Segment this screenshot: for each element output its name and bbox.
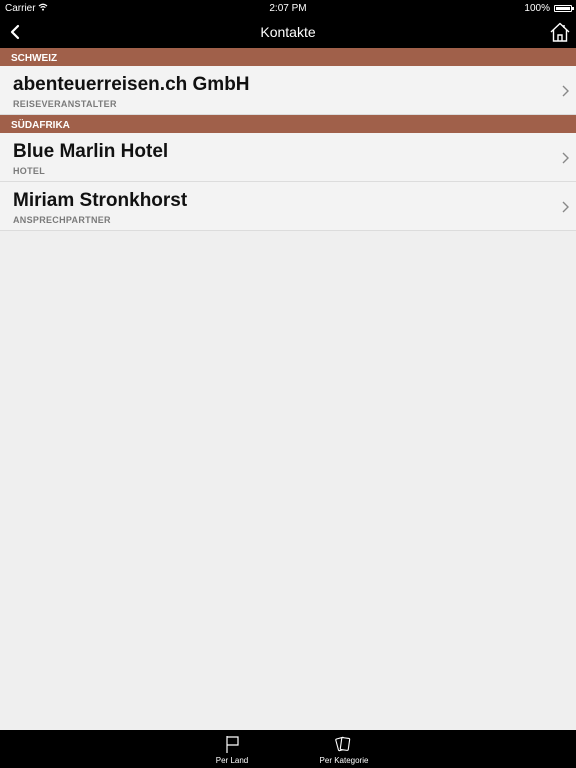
cards-icon [335, 736, 351, 752]
tab-bar: Per Land Per Kategorie [0, 730, 576, 768]
contact-name: abenteuerreisen.ch GmbH [13, 74, 250, 95]
status-bar: Carrier 2:07 PM 100% [0, 0, 576, 16]
page-title: Kontakte [260, 24, 316, 40]
contact-name: Miriam Stronkhorst [13, 190, 188, 211]
contact-category: ANSPRECHPARTNER [13, 215, 111, 225]
contact-row-miriam-stronkhorst[interactable]: Miriam Stronkhorst ANSPRECHPARTNER [0, 182, 576, 231]
tab-label: Per Land [215, 756, 249, 765]
contact-row-blue-marlin-hotel[interactable]: Blue Marlin Hotel HOTEL [0, 133, 576, 182]
tab-per-land[interactable]: Per Land [197, 734, 267, 765]
section-header-schweiz: SCHWEIZ [0, 48, 576, 66]
tab-per-kategorie[interactable]: Per Kategorie [309, 734, 379, 765]
chevron-right-icon [562, 201, 569, 213]
contact-category: HOTEL [13, 166, 45, 176]
chevron-right-icon [562, 85, 569, 97]
contact-row-abenteuerreisen[interactable]: abenteuerreisen.ch GmbH REISEVERANSTALTE… [0, 66, 576, 115]
tab-label: Per Kategorie [319, 756, 369, 765]
contact-name: Blue Marlin Hotel [13, 141, 169, 162]
status-time: 2:07 PM [269, 3, 307, 14]
home-button[interactable] [548, 20, 572, 44]
battery-percentage: 100% [524, 3, 550, 14]
chevron-right-icon [562, 152, 569, 164]
section-header-suedafrika: SÜDAFRIKA [0, 115, 576, 133]
navigation-bar: Kontakte [0, 16, 576, 48]
contact-category: REISEVERANSTALTER [13, 99, 117, 109]
battery-icon [554, 5, 574, 12]
flag-icon [226, 736, 239, 753]
